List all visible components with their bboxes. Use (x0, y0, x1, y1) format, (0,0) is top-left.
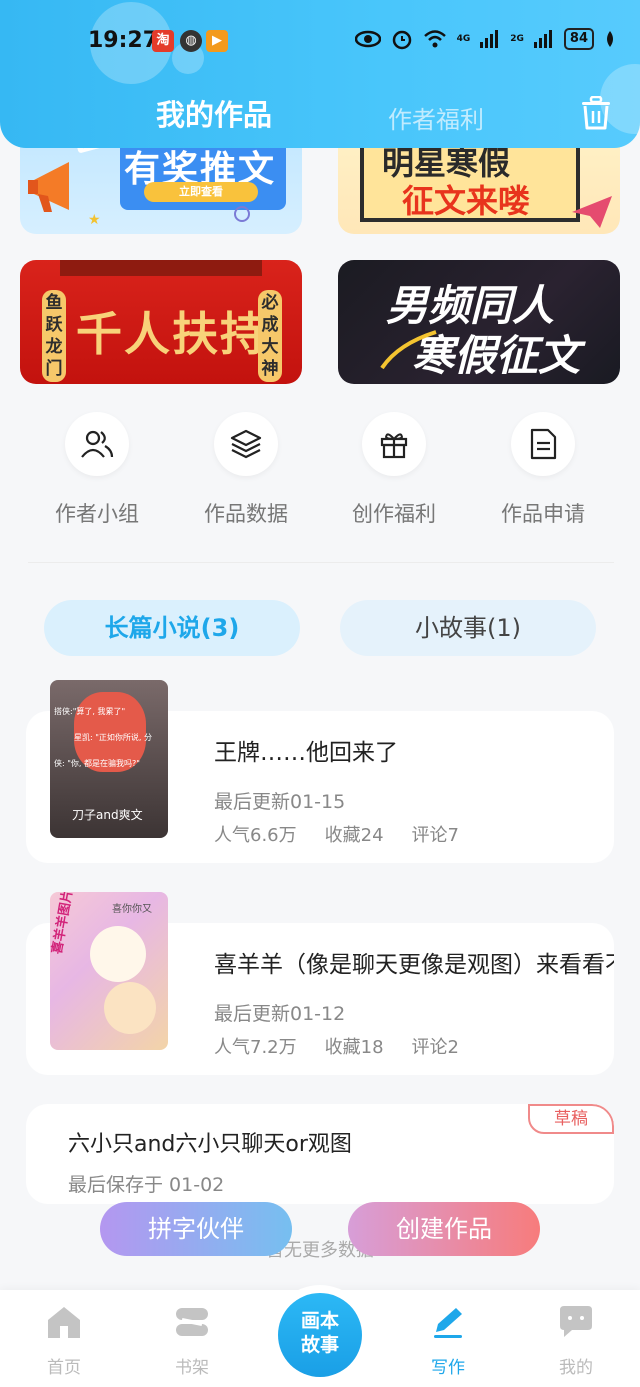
network-4g-label: 4G (456, 34, 471, 44)
nav-home[interactable]: 首页 (14, 1304, 114, 1378)
quick-label: 创作福利 (352, 502, 436, 526)
no-more-data: 暂无更多数据 (266, 1240, 374, 1261)
center-line2: 故事 (300, 1334, 339, 1356)
quick-label: 作品申请 (501, 502, 585, 526)
lightning-icon (380, 330, 437, 370)
picture-story-button[interactable]: 画本 故事 (278, 1293, 362, 1377)
partner-button[interactable]: 拼字伙伴 (100, 1202, 292, 1256)
nav-write[interactable]: 写作 (398, 1304, 498, 1378)
document-icon (530, 428, 557, 460)
work-title[interactable]: 喜羊羊（像是聊天更像是观图）来看看不 (214, 945, 614, 979)
banner-left-couplet: 鱼跃龙门 (42, 290, 66, 382)
signal-icon (533, 30, 552, 48)
quick-label: 作品数据 (204, 502, 288, 526)
signal-icon (480, 30, 499, 48)
work-title[interactable]: 王牌……他回来了 (214, 733, 398, 767)
work-updated: 最后更新01-12 (214, 1003, 346, 1025)
browser-icon: ◍ (180, 30, 202, 52)
status-right: 4G 2G 84 (354, 28, 616, 50)
video-app-icon: ▶ (206, 30, 228, 52)
nav-label: 书架 (175, 1358, 209, 1378)
tab-my-works[interactable]: 我的作品 (156, 92, 272, 134)
cover-text: 刀子and爽文 (72, 808, 143, 822)
users-icon (81, 430, 114, 458)
center-line1: 画本 (300, 1310, 339, 1332)
cover-tag: 喜你你又 (112, 904, 152, 915)
work-popularity: 人气7.2万 (214, 1037, 297, 1058)
work-comments: 评论2 (411, 1037, 459, 1058)
top-header: 19:27 淘 ◍ ▶ 4G 2G 84 我的作品 作者福利 (0, 0, 640, 148)
chat-bubble-icon (560, 1306, 592, 1337)
section-divider (28, 562, 614, 563)
nav-label: 写作 (431, 1358, 465, 1378)
banner-lintel (60, 260, 262, 276)
banner-male-fanfic-essay[interactable]: 男频同人 寒假征文 (338, 260, 620, 384)
wifi-icon (423, 30, 446, 48)
work-cover[interactable]: 搭侠:"算了, 我累了" 星凯: "正如你所说, 分 侠: "你, 都是在骗我吗… (50, 680, 168, 838)
quick-work-application[interactable]: 作品申请 (478, 412, 608, 528)
megaphone-icon (28, 162, 69, 212)
status-bar: 19:27 淘 ◍ ▶ 4G 2G 84 (0, 22, 640, 62)
cover-line: 侠: "你, 都是在骗我吗?" (54, 759, 140, 768)
work-favorites: 收藏18 (324, 1037, 384, 1058)
cover-sheep (104, 982, 156, 1034)
quick-work-data[interactable]: 作品数据 (181, 412, 311, 528)
quick-icon-circle (362, 412, 426, 476)
paper-plane-icon (572, 196, 612, 228)
quick-icon-circle (65, 412, 129, 476)
create-work-button[interactable]: 创建作品 (348, 1202, 540, 1256)
leaf-icon (607, 31, 613, 47)
work-comments: 评论7 (411, 825, 459, 846)
bookshelf-icon (176, 1308, 208, 1336)
taobao-icon: 淘 (152, 30, 174, 52)
status-time: 19:27 (88, 28, 159, 53)
work-cover[interactable]: 喜羊羊图片禁止二改 喜你你又 (50, 892, 168, 1050)
network-2g-label: 2G (510, 34, 524, 44)
quick-icon-circle (214, 412, 278, 476)
draft-badge: 草稿 (528, 1104, 614, 1134)
banner-line2: 征文来喽 (402, 182, 531, 220)
tab-author-benefits[interactable]: 作者福利 (388, 100, 484, 135)
nav-label: 我的 (559, 1358, 593, 1378)
alarm-icon (392, 30, 411, 50)
work-updated: 最后更新01-15 (214, 791, 346, 813)
cover-line: 搭侠:"算了, 我累了" (54, 707, 126, 716)
nav-label: 首页 (47, 1358, 81, 1378)
cover-text: 喜羊羊图片禁止二改 (50, 892, 86, 956)
layers-icon (230, 429, 262, 459)
decor-star: ★ (88, 212, 101, 228)
cover-sheep (90, 926, 146, 982)
decor-ring (234, 206, 250, 222)
gift-icon (380, 433, 408, 459)
work-popularity: 人气6.6万 (214, 825, 297, 846)
banner-right-couplet: 必成大神 (258, 290, 282, 382)
battery-indicator: 84 (563, 28, 594, 50)
draft-card[interactable]: 草稿 六小只and六小只聊天or观图 最后保存于 01-02 (26, 1104, 614, 1204)
work-stats: 人气6.6万 收藏24 评论7 (214, 821, 459, 847)
banner-main: 千人扶持 (76, 307, 268, 361)
quick-author-group[interactable]: 作者小组 (32, 412, 162, 528)
cover-line: 星凯: "正如你所说, 分 (74, 733, 153, 742)
quick-creation-benefits[interactable]: 创作福利 (329, 412, 459, 528)
banner-thousand-support[interactable]: 鱼跃龙门 千人扶持 必成大神 (20, 260, 302, 384)
nav-mine[interactable]: 我的 (526, 1304, 626, 1378)
draft-title[interactable]: 六小只and六小只聊天or观图 (68, 1126, 352, 1158)
draft-saved: 最后保存于 01-02 (68, 1174, 225, 1196)
quick-icon-circle (511, 412, 575, 476)
eye-icon (354, 30, 381, 48)
nav-bookshelf[interactable]: 书架 (142, 1304, 242, 1378)
home-icon (48, 1307, 80, 1338)
tab-long-novels[interactable]: 长篇小说(3) (44, 600, 300, 656)
work-stats: 人气7.2万 收藏18 评论2 (214, 1033, 459, 1059)
banner-button: 立即查看 (144, 182, 258, 202)
quick-label: 作者小组 (55, 502, 139, 526)
tab-short-stories[interactable]: 小故事(1) (340, 600, 596, 656)
pen-icon (434, 1308, 462, 1338)
work-favorites: 收藏24 (324, 825, 384, 846)
trash-icon[interactable] (580, 96, 612, 130)
